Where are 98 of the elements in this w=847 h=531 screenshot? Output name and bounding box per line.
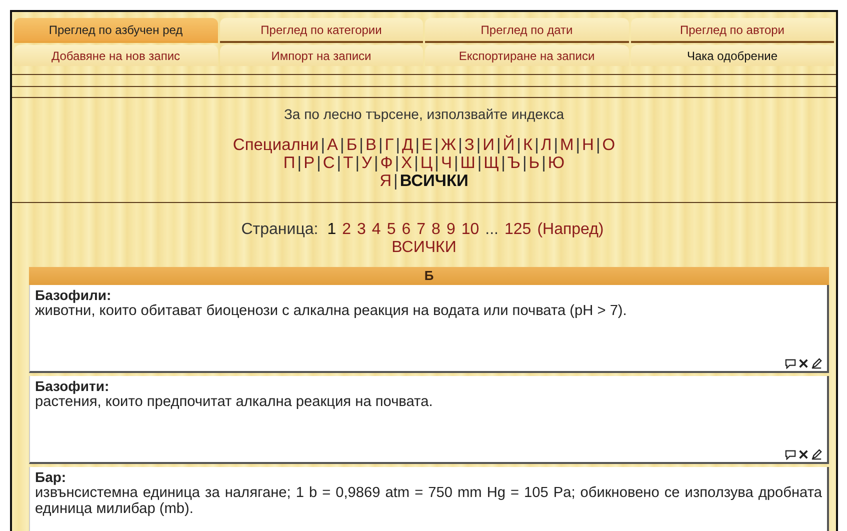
separator: | bbox=[320, 136, 326, 154]
index-letter-link[interactable]: У bbox=[361, 154, 372, 172]
page-link[interactable]: 9 bbox=[446, 221, 456, 238]
index-letter-link[interactable]: Г bbox=[384, 136, 394, 154]
index-letter-link[interactable]: Ь bbox=[528, 154, 540, 172]
separator: | bbox=[374, 154, 378, 172]
separator: | bbox=[297, 154, 302, 172]
index-letter-link[interactable]: Е bbox=[422, 136, 433, 154]
all-link[interactable]: ВСИЧКИ bbox=[392, 239, 456, 256]
index-letter-link[interactable]: С bbox=[322, 154, 335, 172]
page-link[interactable]: 7 bbox=[416, 221, 426, 238]
separator: | bbox=[522, 154, 527, 172]
index-letter-link[interactable]: Р bbox=[304, 154, 315, 172]
separator: | bbox=[501, 154, 506, 172]
page-link[interactable]: 2 bbox=[342, 221, 352, 238]
index-letter-link[interactable]: Ш bbox=[460, 154, 476, 172]
index-letter-link[interactable]: Й bbox=[502, 136, 515, 154]
page-link[interactable]: 3 bbox=[357, 221, 366, 238]
index-letter-link[interactable]: Ц bbox=[420, 154, 433, 172]
separator: | bbox=[534, 136, 539, 154]
index-letter-link[interactable]: Т bbox=[343, 154, 354, 172]
separator: | bbox=[477, 154, 482, 172]
tab[interactable]: Преглед по азбучен ред bbox=[14, 18, 218, 43]
index-letter-link[interactable]: В bbox=[365, 136, 376, 154]
separator: | bbox=[396, 136, 400, 154]
index-letter-link[interactable]: Ф bbox=[380, 154, 393, 172]
pencil-icon[interactable] bbox=[811, 358, 822, 369]
index-letter-link[interactable]: К bbox=[522, 136, 533, 154]
index-letter-link[interactable]: Ж bbox=[440, 136, 456, 154]
page-link[interactable]: 125 bbox=[504, 221, 532, 238]
comment-icon[interactable] bbox=[785, 449, 796, 460]
index-letter-link[interactable]: М bbox=[560, 136, 574, 154]
index-letter-link[interactable]: О bbox=[602, 136, 616, 154]
page-link[interactable]: 4 bbox=[372, 221, 381, 238]
separator: | bbox=[542, 154, 546, 172]
index-letter-link[interactable]: Ю bbox=[548, 154, 565, 172]
separator: | bbox=[576, 136, 580, 154]
index-letter-link[interactable]: Специални bbox=[232, 136, 319, 154]
index-letter-link[interactable]: Ъ bbox=[507, 154, 520, 172]
separator: | bbox=[378, 136, 383, 154]
menu-link[interactable]: Импорт на записи bbox=[220, 45, 423, 66]
index-letter-link[interactable]: Я bbox=[380, 172, 392, 190]
separator: | bbox=[394, 154, 400, 172]
delete-icon[interactable] bbox=[798, 449, 809, 460]
separator: | bbox=[359, 136, 364, 154]
separator: | bbox=[340, 136, 344, 154]
index-hint: За по лесно търсене, използвайте индекса bbox=[282, 105, 566, 124]
separator: | bbox=[516, 136, 521, 154]
separator: | bbox=[458, 136, 462, 154]
index-letter-link[interactable]: З bbox=[464, 136, 474, 154]
ellipsis: ... bbox=[485, 221, 498, 238]
entry-definition: растения, които предпочитат алкална реакция на почвата. bbox=[35, 394, 434, 410]
section-header: Б bbox=[29, 267, 829, 285]
entry-term: Базофили: bbox=[35, 287, 112, 303]
menu-link[interactable]: Експортиране на записи bbox=[425, 45, 628, 66]
separator: | bbox=[596, 136, 600, 154]
menu-link[interactable]: Добавяне на нов запис bbox=[14, 45, 218, 66]
separator: | bbox=[415, 136, 420, 154]
delete-icon[interactable] bbox=[798, 358, 809, 369]
pencil-icon[interactable] bbox=[811, 449, 822, 460]
separator: | bbox=[476, 136, 481, 154]
index-letter-link[interactable]: Х bbox=[401, 154, 412, 172]
next-link[interactable]: (Напред) bbox=[537, 221, 604, 238]
entry-term: Базофити: bbox=[35, 378, 110, 394]
separator: | bbox=[336, 154, 342, 172]
index-letter-link[interactable]: Щ bbox=[484, 154, 500, 172]
separator: | bbox=[454, 154, 458, 172]
index-letter-link[interactable]: Д bbox=[402, 136, 414, 154]
index-letter-link[interactable]: Б bbox=[346, 136, 358, 154]
entry-definition: извънсистемна единица за налягане; 1 b = 0,9869 atm = 750 mm Hg = 105 Pa; обикновено се използува дробната единица милибар (mb). bbox=[35, 485, 822, 517]
separator: | bbox=[355, 154, 360, 172]
tab[interactable]: Преглед по категории bbox=[220, 18, 423, 43]
comment-icon[interactable] bbox=[785, 358, 796, 369]
page-link[interactable]: 6 bbox=[402, 221, 411, 238]
entry-definition: животни, които обитават биоценози с алкална реакция на водата или почвата (pH > 7). bbox=[35, 303, 628, 319]
menu-link[interactable]: Чака одобрение bbox=[630, 45, 834, 66]
index-letter-link[interactable]: ВСИЧКИ bbox=[400, 172, 468, 190]
index-letter-link[interactable]: А bbox=[327, 136, 338, 154]
tab[interactable]: Преглед по автори bbox=[630, 18, 834, 43]
separator: | bbox=[554, 136, 558, 154]
entry-term: Бар: bbox=[35, 469, 68, 485]
separator: | bbox=[496, 136, 501, 154]
index-letter-link[interactable]: Ч bbox=[440, 154, 452, 172]
separator: | bbox=[316, 154, 321, 172]
page-label: Страница: bbox=[241, 221, 318, 238]
separator: | bbox=[434, 136, 439, 154]
index-letter-link[interactable]: Л bbox=[540, 136, 552, 154]
page-link[interactable]: 1 bbox=[327, 221, 336, 238]
page-link[interactable]: 8 bbox=[432, 221, 440, 238]
tab[interactable]: Преглед по дати bbox=[425, 18, 628, 43]
index-letter-link[interactable]: П bbox=[283, 154, 296, 172]
index-letter-link[interactable]: Н bbox=[582, 136, 594, 154]
index-letter-link[interactable]: И bbox=[482, 136, 494, 154]
page-link[interactable]: 10 bbox=[461, 221, 480, 238]
separator: | bbox=[414, 154, 418, 172]
separator: | bbox=[394, 172, 398, 190]
separator: | bbox=[434, 154, 439, 172]
page-link[interactable]: 5 bbox=[386, 221, 396, 238]
